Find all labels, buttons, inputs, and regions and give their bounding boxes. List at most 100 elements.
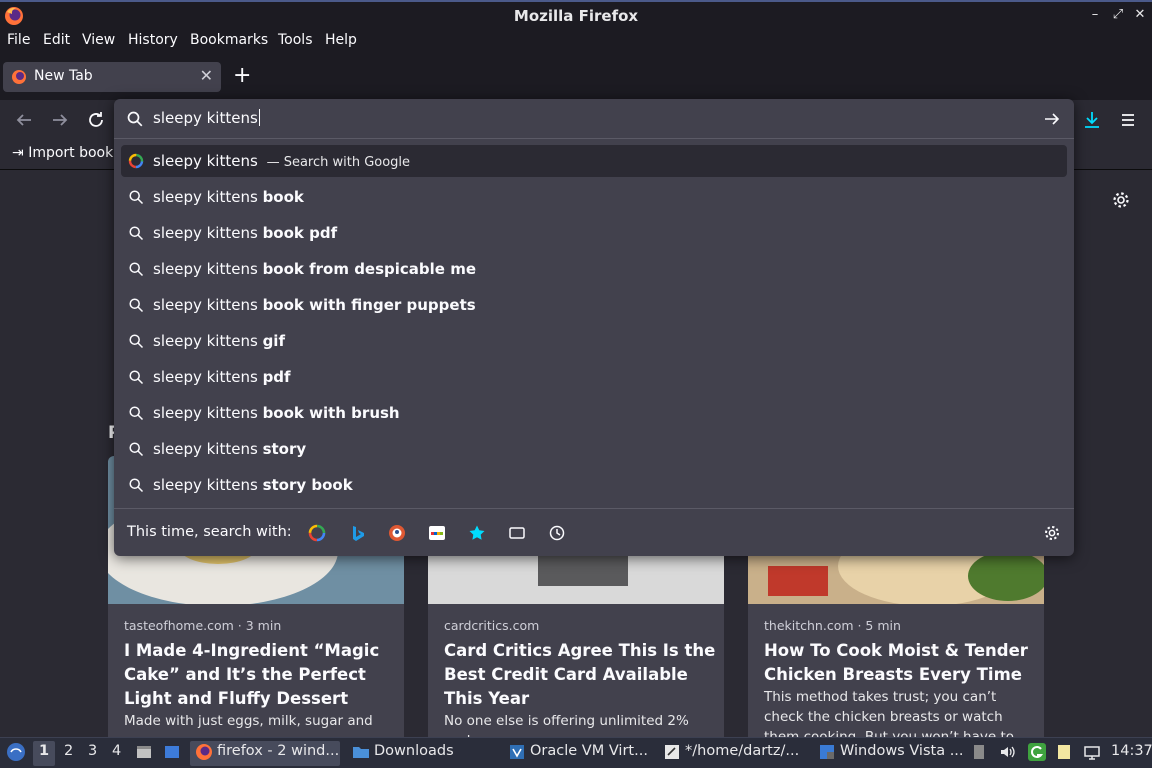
new-tab-button[interactable]: + — [233, 64, 251, 88]
downloads-icon[interactable] — [1080, 108, 1104, 132]
start-menu-icon[interactable] — [6, 742, 26, 762]
show-desktop-icon[interactable] — [163, 743, 181, 761]
duckduckgo-icon[interactable] — [388, 524, 406, 542]
search-icon — [129, 226, 144, 241]
search-icon — [129, 478, 144, 493]
search-icon — [129, 262, 144, 277]
suggestion-row[interactable]: sleepy kittens book with finger puppets — [121, 289, 1067, 321]
firefox-task-icon — [196, 744, 212, 760]
reload-icon[interactable] — [84, 108, 108, 132]
url-input[interactable]: sleepy kittens — [114, 99, 1074, 139]
customize-gear-icon[interactable] — [1111, 190, 1131, 210]
suggestion-row[interactable]: sleepy kittens pdf — [121, 361, 1067, 393]
workspace-2[interactable]: 2 — [64, 743, 73, 759]
story-title: I Made 4-Ingredient “Magic Cake” and It’… — [124, 641, 380, 708]
go-arrow-icon[interactable] — [1042, 109, 1062, 129]
suggestion-text: sleepy kittens story book — [153, 476, 353, 494]
search-icon — [129, 406, 144, 421]
bing-icon[interactable] — [348, 524, 366, 542]
workspace-1-label: 1 — [39, 743, 50, 759]
menu-history[interactable]: History — [128, 32, 178, 48]
update-manager-icon[interactable] — [1027, 742, 1047, 762]
file-manager-launcher-icon[interactable] — [135, 743, 153, 761]
story-title: Card Critics Agree This Is the Best Cred… — [444, 641, 716, 708]
tab-new-tab[interactable]: New Tab ✕ — [3, 62, 221, 92]
search-icon — [129, 370, 144, 385]
maximize-button[interactable]: ⤢ — [1110, 7, 1126, 23]
minimize-button[interactable]: – — [1087, 7, 1103, 23]
close-window-button[interactable]: ✕ — [1132, 7, 1148, 23]
firefox-favicon-icon — [12, 70, 26, 84]
workspace-3[interactable]: 3 — [88, 743, 97, 759]
suggestion-text: sleepy kittens story — [153, 440, 307, 458]
search-with-label: This time, search with: — [127, 524, 292, 540]
search-settings-gear-icon[interactable] — [1043, 524, 1061, 542]
import-icon: ⇥ — [12, 145, 24, 161]
suggestion-text: sleepy kittens gif — [153, 332, 285, 350]
suggestion-text: sleepy kittens book pdf — [153, 224, 338, 242]
clock[interactable]: 14:37 — [1111, 743, 1152, 759]
menu-file[interactable]: File — [7, 32, 30, 48]
taskbar-window-vista[interactable]: Windows Vista ... — [840, 743, 964, 759]
history-icon[interactable] — [548, 524, 566, 542]
suggestion-row-selected[interactable]: sleepy kittens — Search with Google — [121, 145, 1067, 177]
app-menu-icon[interactable] — [1116, 108, 1140, 132]
bookmarks-icon[interactable] — [468, 524, 486, 542]
search-icon — [129, 334, 144, 349]
tabs-icon[interactable] — [508, 524, 526, 542]
vm-window-task-icon[interactable] — [818, 743, 836, 761]
menu-tools[interactable]: Tools — [278, 32, 313, 48]
forward-icon[interactable] — [48, 108, 72, 132]
story-source: cardcritics.com — [444, 618, 540, 633]
taskbar: 1 2 3 4 firefox - 2 wind... Downloads Or… — [0, 737, 1152, 768]
suggestion-text: sleepy kittens — Search with Google — [153, 152, 411, 170]
taskbar-window-downloads[interactable]: Downloads — [374, 743, 454, 759]
suggestion-row[interactable]: sleepy kittens story book — [121, 469, 1067, 501]
import-bookmarks-button[interactable]: ⇥ Import book — [12, 145, 113, 161]
notes-tray-icon[interactable] — [1055, 743, 1073, 761]
folder-task-icon[interactable] — [352, 743, 370, 761]
suggestion-text: sleepy kittens book from despicable me — [153, 260, 476, 278]
taskbar-window-editor[interactable]: */home/dartz/... — [685, 743, 799, 759]
suggestion-row[interactable]: sleepy kittens book from despicable me — [121, 253, 1067, 285]
menu-view[interactable]: View — [82, 32, 115, 48]
network-icon[interactable] — [1083, 743, 1101, 761]
suggestion-row[interactable]: sleepy kittens book — [121, 181, 1067, 213]
menu-edit[interactable]: Edit — [43, 32, 70, 48]
suggestion-row[interactable]: sleepy kittens story — [121, 433, 1067, 465]
clipboard-tray-icon[interactable] — [970, 743, 988, 761]
search-icon — [129, 442, 144, 457]
close-tab-icon[interactable]: ✕ — [200, 66, 213, 85]
suggestion-text: sleepy kittens book with finger puppets — [153, 296, 476, 314]
suggestion-row[interactable]: sleepy kittens book pdf — [121, 217, 1067, 249]
ebay-icon[interactable] — [428, 524, 446, 542]
suggestion-text: sleepy kittens book with brush — [153, 404, 400, 422]
suggestion-text: sleepy kittens pdf — [153, 368, 291, 386]
url-input-value[interactable]: sleepy kittens — [153, 109, 260, 127]
back-icon[interactable] — [12, 108, 36, 132]
workspace-4[interactable]: 4 — [112, 743, 121, 759]
suggestion-row[interactable]: sleepy kittens gif — [121, 325, 1067, 357]
window-title: Mozilla Firefox — [513, 7, 639, 25]
search-icon — [129, 190, 144, 205]
text-editor-task-icon[interactable] — [663, 743, 681, 761]
story-source: tasteofhome.com · 3 min — [124, 618, 282, 633]
title-bar: Mozilla Firefox – ⤢ ✕ — [0, 0, 1152, 29]
story-title: How To Cook Moist & Tender Chicken Breas… — [764, 641, 1028, 684]
virtualbox-task-icon[interactable] — [508, 743, 526, 761]
tab-bar: New Tab ✕ + — [0, 54, 1152, 100]
tab-label: New Tab — [34, 68, 93, 84]
volume-icon[interactable] — [998, 743, 1016, 761]
text-caret — [258, 109, 260, 126]
google-icon[interactable] — [308, 524, 326, 542]
urlbar-panel: sleepy kittens sleepy kittens — Search w… — [114, 99, 1074, 556]
story-source: thekitchn.com · 5 min — [764, 618, 901, 633]
menu-help[interactable]: Help — [325, 32, 357, 48]
one-off-search-bar: This time, search with: — [114, 508, 1074, 556]
suggestion-row[interactable]: sleepy kittens book with brush — [121, 397, 1067, 429]
taskbar-window-label: firefox - 2 wind... — [217, 743, 340, 759]
menu-bar: File Edit View History Bookmarks Tools H… — [0, 29, 1152, 54]
taskbar-window-virtualbox[interactable]: Oracle VM Virt... — [530, 743, 648, 759]
menu-bookmarks[interactable]: Bookmarks — [190, 32, 268, 48]
story-description: Made with just eggs, milk, sugar and — [124, 713, 373, 729]
